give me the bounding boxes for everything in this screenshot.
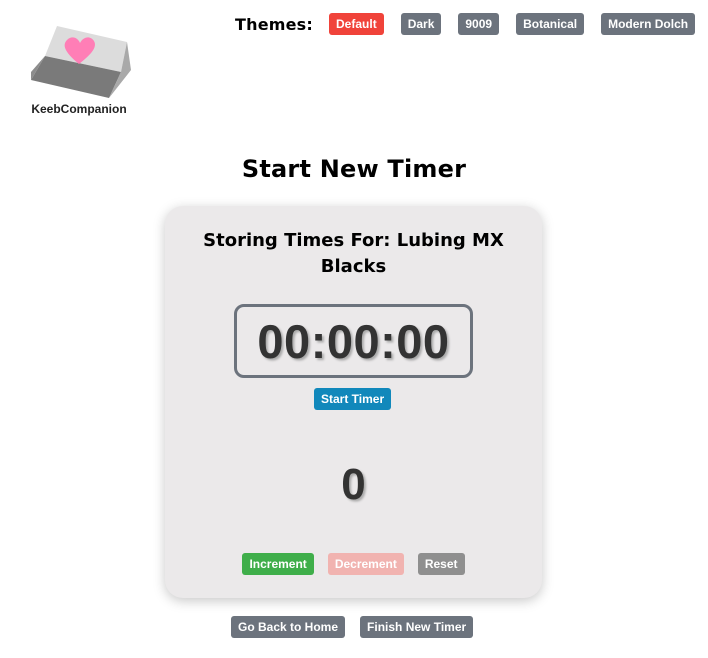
theme-selector: Themes: Default Dark 9009 Botanical Mode… xyxy=(235,13,696,35)
logo[interactable]: KeebCompanion xyxy=(24,22,134,116)
page-title: Start New Timer xyxy=(241,155,467,183)
theme-dark-button[interactable]: Dark xyxy=(400,13,442,35)
timer-value: 00:00:00 xyxy=(257,314,450,368)
theme-9009-button[interactable]: 9009 xyxy=(458,13,500,35)
theme-default-button[interactable]: Default xyxy=(329,13,384,35)
footer-actions: Go Back to Home Finish New Timer xyxy=(231,616,488,638)
timer-card: Storing Times For: Lubing MX Blacks 00:0… xyxy=(165,206,542,598)
theme-botanical-button[interactable]: Botanical xyxy=(516,13,585,35)
timer-display: 00:00:00 xyxy=(234,304,473,378)
counter-controls: Increment Decrement Reset xyxy=(165,553,542,575)
go-back-home-button[interactable]: Go Back to Home xyxy=(231,616,346,638)
keycap-heart-icon xyxy=(31,26,131,98)
decrement-button[interactable]: Decrement xyxy=(327,553,404,575)
themes-label: Themes: xyxy=(235,14,314,34)
reset-button[interactable]: Reset xyxy=(417,553,465,575)
logo-text: KeebCompanion xyxy=(31,102,127,116)
start-timer-button[interactable]: Start Timer xyxy=(314,388,392,410)
card-title: Storing Times For: Lubing MX Blacks xyxy=(203,230,504,277)
increment-button[interactable]: Increment xyxy=(242,553,314,575)
counter-value: 0 xyxy=(341,460,366,509)
finish-new-timer-button[interactable]: Finish New Timer xyxy=(360,616,474,638)
theme-modern-dolch-button[interactable]: Modern Dolch xyxy=(601,13,696,35)
